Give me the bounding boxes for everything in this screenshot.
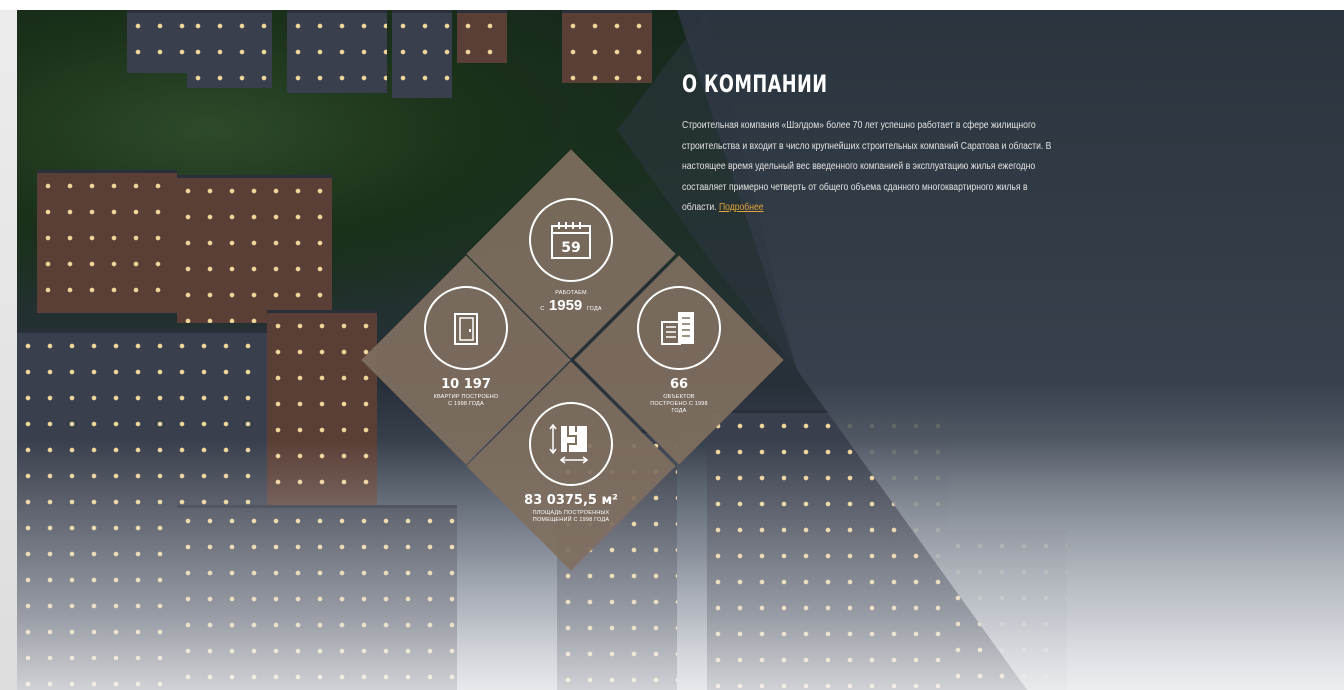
stat-area: 83 0375,5 м² площадь построенных помещен… <box>496 402 646 524</box>
apartments-caption: квартир построено с 1998 года <box>433 394 499 407</box>
years-value: 1959 <box>548 297 583 314</box>
more-link[interactable]: Подробнее <box>719 202 764 213</box>
apartments-value: 10 197 <box>441 377 491 392</box>
about-paragraph: Строительная компания «Шэлдом» более 70 … <box>682 120 1052 213</box>
hero-background: О КОМПАНИИ Строительная компания «Шэлдом… <box>17 10 1344 690</box>
stat-apartments: 10 197 квартир построено с 1998 года <box>391 286 541 408</box>
years-suffix: года <box>586 306 602 312</box>
floorplan-icon <box>529 402 613 486</box>
door-icon <box>424 286 508 370</box>
calendar-icon: 59 <box>529 198 613 282</box>
about-text: Строительная компания «Шэлдом» более 70 … <box>682 116 1060 219</box>
calendar-number: 59 <box>561 240 580 256</box>
stat-objects: 66 объектов построено с 1998 года <box>604 286 754 415</box>
about-title: О КОМПАНИИ <box>682 70 828 98</box>
about-section: О КОМПАНИИ Строительная компания «Шэлдом… <box>682 70 1062 219</box>
fog <box>17 440 1344 690</box>
objects-caption: объектов построено с 1998 года <box>650 394 708 414</box>
left-strip <box>0 10 17 690</box>
area-caption: площадь построенных помещений с 1998 год… <box>532 510 610 523</box>
building-icon <box>637 286 721 370</box>
area-value: 83 0375,5 м² <box>524 493 618 508</box>
objects-value: 66 <box>669 377 689 392</box>
